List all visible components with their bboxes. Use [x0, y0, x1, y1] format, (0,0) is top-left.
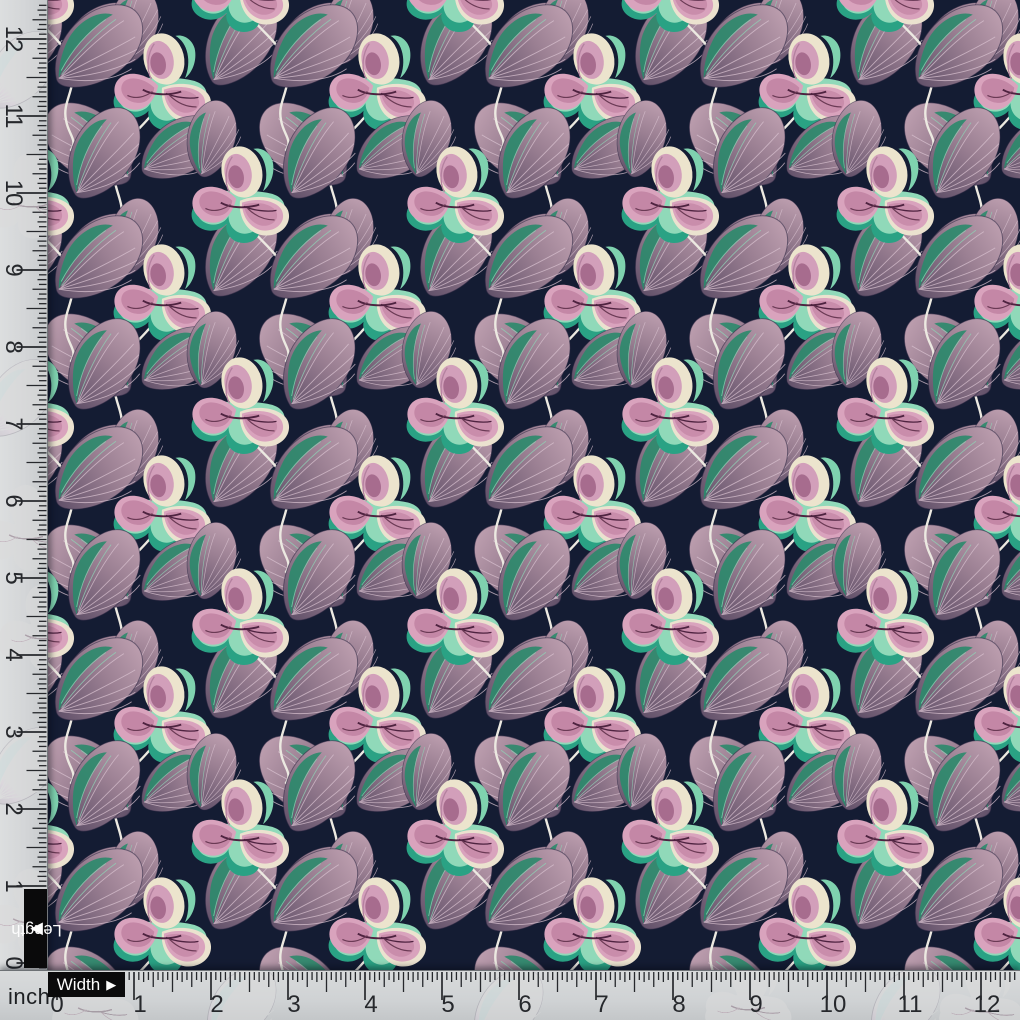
- width-label-box: Width ▶: [48, 972, 125, 997]
- fabric-pattern: [0, 0, 1020, 1020]
- fabric-swatch-image: 1211109876543210 0123456789101112 inch L…: [0, 0, 1020, 1020]
- ruler-number: 1: [0, 871, 26, 901]
- ruler-number: 6: [503, 991, 547, 1019]
- ruler-number: 7: [0, 409, 26, 439]
- unit-label: inch: [8, 984, 50, 1010]
- ruler-number: 8: [657, 991, 701, 1019]
- ruler-number: 10: [811, 991, 855, 1019]
- ruler-number: 5: [0, 563, 26, 593]
- ruler-number: 8: [0, 332, 26, 362]
- width-arrow-icon: ▶: [106, 978, 116, 991]
- length-label: Length ▶: [26, 926, 45, 931]
- ruler-number: 11: [0, 101, 26, 131]
- ruler-number: 11: [888, 991, 932, 1019]
- left-length-ruler: 1211109876543210: [0, 0, 48, 1020]
- length-label-box: Length ▶: [24, 889, 47, 968]
- ruler-number: 2: [195, 991, 239, 1019]
- ruler-number: 10: [0, 178, 26, 208]
- ruler-number: 3: [272, 991, 316, 1019]
- ruler-number: 6: [0, 486, 26, 516]
- ruler-number: 4: [349, 991, 393, 1019]
- ruler-number: 9: [0, 255, 26, 285]
- ruler-number: 12: [0, 24, 26, 54]
- ruler-number: 2: [0, 794, 26, 824]
- ruler-number: 5: [426, 991, 470, 1019]
- bottom-width-ruler: 0123456789101112: [0, 970, 1020, 1020]
- ruler-number: 3: [0, 717, 26, 747]
- floral-pattern-svg: [0, 0, 1020, 1020]
- ruler-number: 4: [0, 640, 26, 670]
- ruler-number: 12: [965, 991, 1009, 1019]
- length-arrow-icon: ▶: [29, 920, 42, 937]
- width-label: Width: [57, 975, 100, 995]
- ruler-number: 9: [734, 991, 778, 1019]
- ruler-number: 7: [580, 991, 624, 1019]
